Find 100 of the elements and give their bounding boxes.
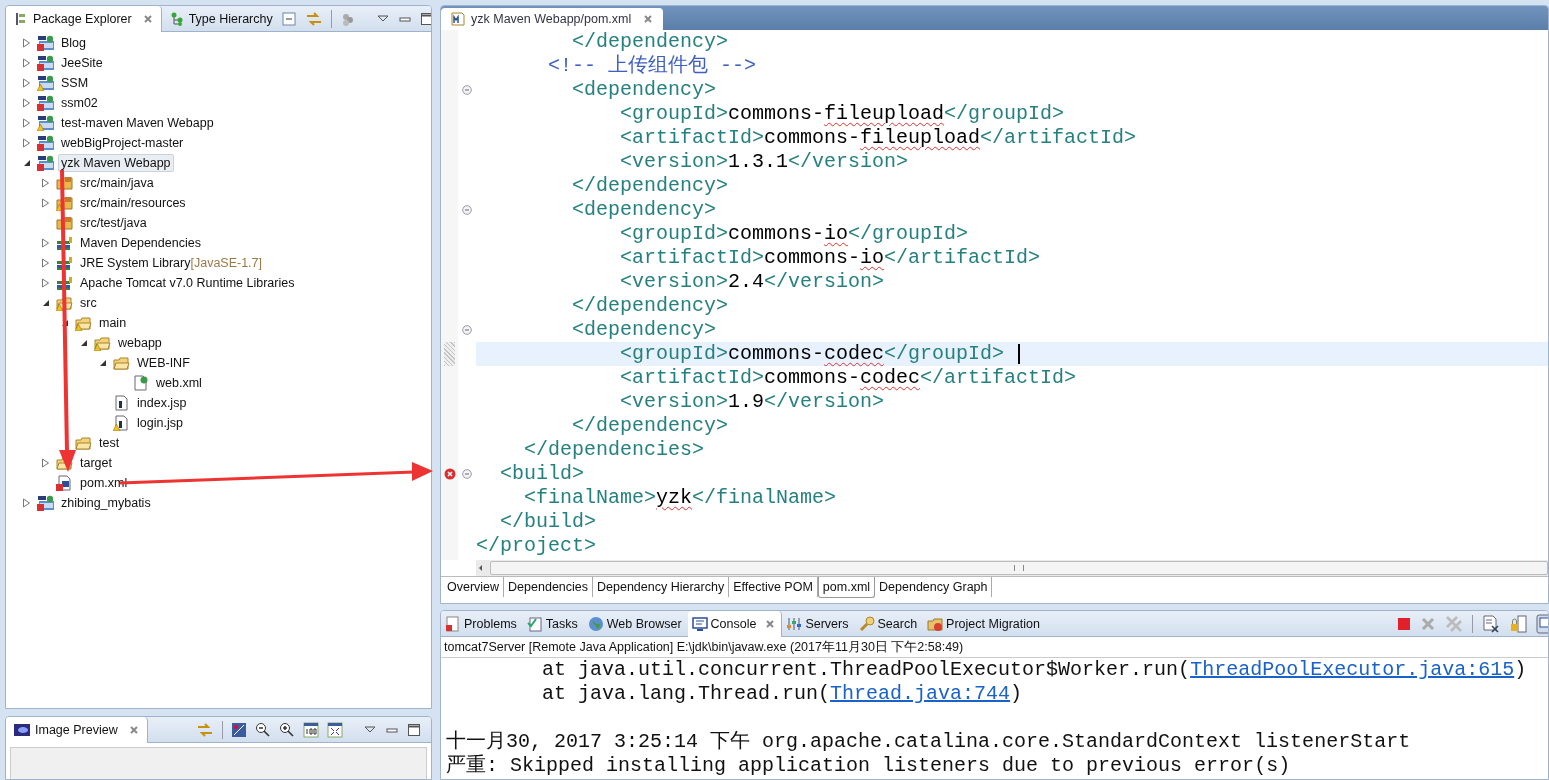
- page-tab[interactable]: Dependency Graph: [875, 577, 993, 597]
- tree-item[interactable]: JeeSite: [58, 54, 106, 72]
- tree-item[interactable]: yzk Maven Webapp: [58, 154, 174, 172]
- clear-console-icon[interactable]: [1482, 614, 1500, 633]
- view-tab[interactable]: Problems: [441, 611, 523, 636]
- expand-toggle[interactable]: [41, 238, 50, 248]
- expand-toggle[interactable]: [22, 98, 31, 108]
- tasks-icon: [526, 615, 543, 632]
- code-line: </dependency>: [571, 30, 730, 54]
- search-icon: [858, 615, 875, 632]
- tree-item[interactable]: zhibing_mybatis: [58, 494, 154, 512]
- tree-item[interactable]: test: [96, 434, 123, 452]
- tree-item[interactable]: login.jsp: [134, 414, 186, 432]
- maximize-icon[interactable]: [419, 11, 431, 26]
- console-line: 严重: Skipped installing application listeners due to previous error(s): [446, 754, 1292, 778]
- tree-item[interactable]: index.jsp: [134, 394, 190, 412]
- console-line: at java.util.concurrent.ThreadPoolExecutor$Worker.run(ThreadPoolExecutor.java:615): [541, 658, 1528, 682]
- tree-item[interactable]: WEB-INF: [134, 354, 193, 372]
- horizontal-scrollbar[interactable]: [476, 560, 1548, 576]
- eye-icon: [14, 723, 30, 737]
- fold-icon[interactable]: [462, 469, 472, 479]
- tree-item[interactable]: Apache Tomcat v7.0 Runtime Libraries: [77, 274, 298, 292]
- view-tab[interactable]: Tasks: [522, 611, 584, 636]
- code-line: </project>: [476, 534, 598, 558]
- stop-icon[interactable]: [1397, 616, 1411, 631]
- close-icon[interactable]: [765, 619, 776, 629]
- view-tab[interactable]: Package Explorer: [6, 6, 162, 32]
- process-label: tomcat7Server [Remote Java Application] E:\jdk\bin\javaw.exe (2017年11月30日 下午2:58:49): [441, 637, 1548, 658]
- view-tab[interactable]: Web Browser: [583, 611, 688, 636]
- close-icon[interactable]: [128, 725, 139, 735]
- expand-toggle[interactable]: [22, 38, 31, 48]
- collapse-all-icon[interactable]: [280, 10, 297, 27]
- view-menu-icon[interactable]: [375, 13, 390, 24]
- expand-toggle[interactable]: [41, 258, 50, 268]
- tree-item[interactable]: src: [77, 294, 100, 312]
- link-arrows-icon[interactable]: [196, 721, 214, 738]
- zoom-out-icon[interactable]: [255, 721, 271, 738]
- code-line: <artifactId>commons-codec</artifactId>: [619, 366, 1078, 390]
- pin-icon[interactable]: [1536, 613, 1548, 634]
- console-line: at java.lang.Thread.run(Thread.java:744): [541, 682, 1024, 706]
- collapse-toggle[interactable]: [98, 358, 107, 368]
- close-icon[interactable]: [643, 14, 654, 24]
- collapse-toggle[interactable]: [22, 158, 31, 168]
- collapse-toggle[interactable]: [41, 298, 50, 308]
- tree-item[interactable]: SSM: [58, 74, 92, 92]
- pom-file-icon: [451, 12, 465, 26]
- view-tab[interactable]: Search: [854, 611, 924, 636]
- fold-icon[interactable]: [462, 85, 472, 95]
- tree-item[interactable]: webBigProject-master: [58, 134, 187, 152]
- expand-toggle[interactable]: [22, 138, 31, 148]
- tree-item[interactable]: web.xml: [153, 374, 205, 392]
- tree-item[interactable]: test-maven Maven Webapp: [58, 114, 217, 132]
- tree-item[interactable]: src/test/java: [77, 214, 150, 232]
- tree-item[interactable]: JRE System Library[JavaSE-1.7]: [77, 254, 266, 272]
- expand-toggle[interactable]: [41, 278, 50, 288]
- fold-icon[interactable]: [462, 325, 472, 335]
- page-tab[interactable]: Overview: [443, 577, 505, 597]
- maximize-icon[interactable]: [407, 722, 421, 737]
- expand-toggle[interactable]: [22, 58, 31, 68]
- expand-toggle[interactable]: [41, 198, 50, 208]
- change-marker: [444, 342, 455, 366]
- scroll-lock-icon[interactable]: [1509, 614, 1527, 633]
- editor-tab[interactable]: yzk Maven Webapp/pom.xml: [441, 8, 664, 30]
- expand-toggle[interactable]: [22, 498, 31, 508]
- close-icon[interactable]: [142, 14, 153, 24]
- image-icon[interactable]: [231, 721, 247, 738]
- page-tab[interactable]: pom.xml: [817, 577, 876, 598]
- tree-item[interactable]: Blog: [58, 34, 90, 52]
- expand-toggle[interactable]: [41, 178, 50, 188]
- expand-toggle[interactable]: [22, 78, 31, 88]
- code-line: <groupId>commons-io</groupId>: [619, 222, 970, 246]
- link-arrows-icon[interactable]: [304, 10, 323, 27]
- page-tab[interactable]: Dependencies: [504, 577, 593, 597]
- fit-icon[interactable]: [327, 721, 343, 738]
- tree-item[interactable]: src/main/java: [77, 174, 157, 192]
- view-tab[interactable]: Project Migration: [923, 611, 1046, 636]
- code-line: <version>1.3.1</version>: [619, 150, 910, 174]
- tree-item[interactable]: target: [77, 454, 115, 472]
- collapse-toggle[interactable]: [79, 338, 88, 348]
- tree-item[interactable]: webapp: [115, 334, 165, 352]
- code-line: <dependency>: [571, 78, 718, 102]
- page-tab[interactable]: Effective POM: [729, 577, 818, 597]
- expand-toggle[interactable]: [41, 458, 50, 468]
- view-tab[interactable]: Image Preview: [6, 717, 148, 743]
- tree-item[interactable]: pom.xml: [77, 474, 131, 492]
- view-tab[interactable]: Servers: [782, 611, 855, 636]
- tree-item[interactable]: Maven Dependencies: [77, 234, 204, 252]
- zoom-in-icon[interactable]: [279, 721, 295, 738]
- view-tab[interactable]: Type Hierarchy: [161, 6, 281, 31]
- tree-item[interactable]: ssm02: [58, 94, 101, 112]
- actual-size-icon[interactable]: [303, 721, 319, 738]
- page-tab[interactable]: Dependency Hierarchy: [593, 577, 730, 597]
- globe-icon: [587, 615, 604, 632]
- tree-item[interactable]: src/main/resources: [77, 194, 189, 212]
- expand-toggle[interactable]: [22, 118, 31, 128]
- view-menu-icon[interactable]: [363, 724, 377, 735]
- fold-icon[interactable]: [462, 205, 472, 215]
- view-tab[interactable]: Console: [687, 611, 783, 637]
- tree-item[interactable]: main: [96, 314, 130, 332]
- code-line: <artifactId>commons-io</artifactId>: [619, 246, 1042, 270]
